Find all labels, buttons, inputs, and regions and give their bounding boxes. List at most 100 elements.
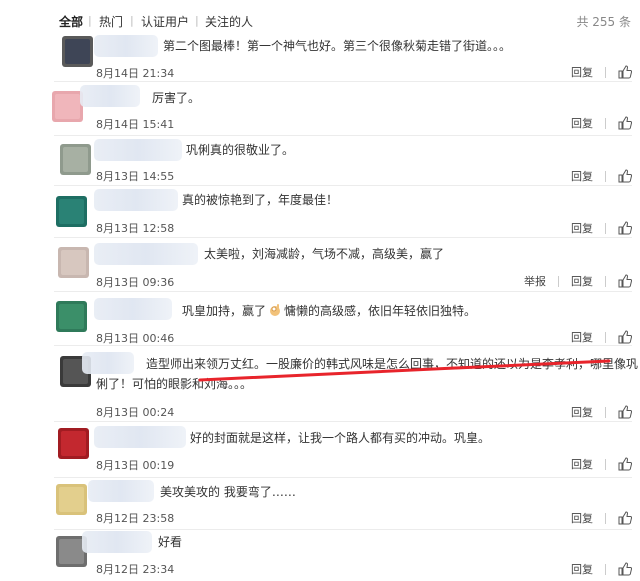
comment-text: 第二个图最棒！第一个神气也好。第三个很像秋菊走错了街道。。。 [163, 39, 512, 53]
divider [605, 275, 606, 287]
comment-text: 好的封面就是这样，让我一个路人都有买的冲动。巩皇。 [190, 431, 491, 445]
blurred-username[interactable] [94, 35, 158, 57]
reply-button[interactable]: 回复 [571, 168, 593, 184]
thumbs-up-icon[interactable] [618, 169, 632, 183]
comment-text: 真的被惊艳到了，年度最佳！ [182, 193, 339, 207]
comment-time: 8月13日 12:58 [96, 222, 175, 235]
reply-button[interactable]: 回复 [571, 404, 593, 420]
reply-button[interactable]: 回复 [571, 273, 593, 289]
comment-actions: 回复 [559, 561, 632, 577]
reply-button[interactable]: 回复 [571, 510, 593, 526]
comment-actions: 回复 [559, 456, 632, 472]
avatar[interactable] [60, 144, 91, 175]
comment-text: 巩皇加持，赢了 慵懒的高级感，依旧年轻依旧独特。 [182, 304, 477, 318]
comment-time: 8月13日 14:55 [96, 170, 175, 183]
comment-item: 好的封面就是这样，让我一个路人都有买的冲动。巩皇。 8月13日 00:19 回复 [0, 422, 640, 478]
blurred-username[interactable] [94, 243, 198, 265]
comment-time: 8月12日 23:34 [96, 563, 175, 576]
divider [605, 406, 606, 418]
thumbs-up-icon[interactable] [618, 274, 632, 288]
comment-time: 8月13日 09:36 [96, 276, 175, 289]
avatar[interactable] [62, 36, 93, 67]
avatar[interactable] [56, 301, 87, 332]
thumbs-up-icon[interactable] [618, 116, 632, 130]
reply-button[interactable]: 回复 [571, 456, 593, 472]
report-button[interactable]: 举报 [524, 273, 546, 289]
comment-item: 美攻美攻的 我要弯了…… 8月12日 23:58 回复 [0, 478, 640, 530]
comment-time: 8月13日 00:24 [96, 406, 175, 419]
tab-separator: | [195, 14, 199, 27]
blurred-username[interactable] [94, 298, 172, 320]
divider [605, 222, 606, 234]
comment-item: 巩皇加持，赢了 慵懒的高级感，依旧年轻依旧独特。 8月13日 00:46 回复 [0, 292, 640, 346]
tab-verified-users[interactable]: 认证用户 [141, 13, 189, 30]
comment-actions: 回复 [559, 64, 632, 80]
blurred-username[interactable] [94, 139, 182, 161]
avatar[interactable] [58, 247, 89, 278]
thumbs-up-icon[interactable] [618, 330, 632, 344]
comment-time: 8月12日 23:58 [96, 512, 175, 525]
comment-item: 太美啦，刘海减龄，气场不减，高级美，赢了 8月13日 09:36 举报 回复 [0, 238, 640, 292]
comment-actions: 回复 [559, 220, 632, 236]
comment-text: 厉害了。 [152, 91, 201, 105]
divider [605, 563, 606, 575]
thumbs-up-icon[interactable] [618, 65, 632, 79]
divider [605, 458, 606, 470]
comment-text: 太美啦，刘海减龄，气场不减，高级美，赢了 [204, 247, 445, 261]
thumbs-up-icon[interactable] [618, 562, 632, 576]
avatar[interactable] [56, 196, 87, 227]
reply-button[interactable]: 回复 [571, 329, 593, 345]
comment-item: 第二个图最棒！第一个神气也好。第三个很像秋菊走错了街道。。。 8月14日 21:… [0, 30, 640, 82]
comment-item: 真的被惊艳到了，年度最佳！ 8月13日 12:58 回复 [0, 186, 640, 238]
tab-separator: | [88, 14, 92, 27]
divider [605, 66, 606, 78]
thumbs-up-icon[interactable] [618, 511, 632, 525]
comment-actions: 回复 [559, 404, 632, 420]
comment-actions: 回复 [559, 115, 632, 131]
reply-button[interactable]: 回复 [571, 64, 593, 80]
blurred-username[interactable] [80, 85, 140, 107]
divider [605, 170, 606, 182]
tab-separator: | [130, 14, 134, 27]
divider [558, 275, 559, 287]
blurred-username[interactable] [82, 352, 134, 374]
comment-item: 造型师出来领万丈红。一股廉价的韩式风味是怎么回事，不知道的还以为是李孝利，哪里像… [0, 346, 640, 422]
comment-time: 8月13日 00:19 [96, 459, 175, 472]
tab-hot[interactable]: 热门 [99, 13, 123, 30]
comment-text-line-1: 造型师出来领万丈红。一股廉价的韩式风味是怎么回事，不知道的还以为是李孝利，哪里像… [146, 357, 639, 371]
avatar[interactable] [56, 484, 87, 515]
ok-hand-icon [270, 304, 281, 316]
comment-actions: 回复 [559, 329, 632, 345]
blurred-username[interactable] [94, 189, 178, 211]
reply-button[interactable]: 回复 [571, 220, 593, 236]
thumbs-up-icon[interactable] [618, 457, 632, 471]
comment-actions: 回复 [559, 510, 632, 526]
blurred-username[interactable] [94, 426, 186, 448]
comment-item: 巩俐真的很敬业了。 8月13日 14:55 回复 [0, 136, 640, 186]
blurred-username[interactable] [82, 531, 152, 553]
reply-button[interactable]: 回复 [571, 115, 593, 131]
thumbs-up-icon[interactable] [618, 221, 632, 235]
tab-following[interactable]: 关注的人 [205, 13, 253, 30]
comment-time: 8月14日 21:34 [96, 67, 175, 80]
comment-time: 8月14日 15:41 [96, 118, 175, 131]
comment-text: 美攻美攻的 我要弯了…… [160, 485, 296, 499]
avatar[interactable] [58, 428, 89, 459]
comment-text-line-2: 俐了！可怕的眼影和刘海。。。 [96, 377, 253, 391]
avatar[interactable] [52, 91, 83, 122]
divider [605, 117, 606, 129]
comment-item: 厉害了。 8月14日 15:41 回复 [0, 82, 640, 136]
comment-text: 好看 [158, 535, 183, 549]
divider [605, 331, 606, 343]
comment-actions: 回复 [559, 168, 632, 184]
blurred-username[interactable] [88, 480, 154, 502]
reply-button[interactable]: 回复 [571, 561, 593, 577]
comment-time: 8月13日 00:46 [96, 332, 175, 345]
thumbs-up-icon[interactable] [618, 405, 632, 419]
comment-total-count: 共 255 条 [576, 15, 631, 29]
comment-actions: 举报 回复 [512, 273, 632, 289]
tab-all[interactable]: 全部 [59, 13, 83, 30]
divider [605, 512, 606, 524]
comment-text: 巩俐真的很敬业了。 [186, 143, 295, 157]
comment-item: 好看 8月12日 23:34 回复 [0, 530, 640, 581]
